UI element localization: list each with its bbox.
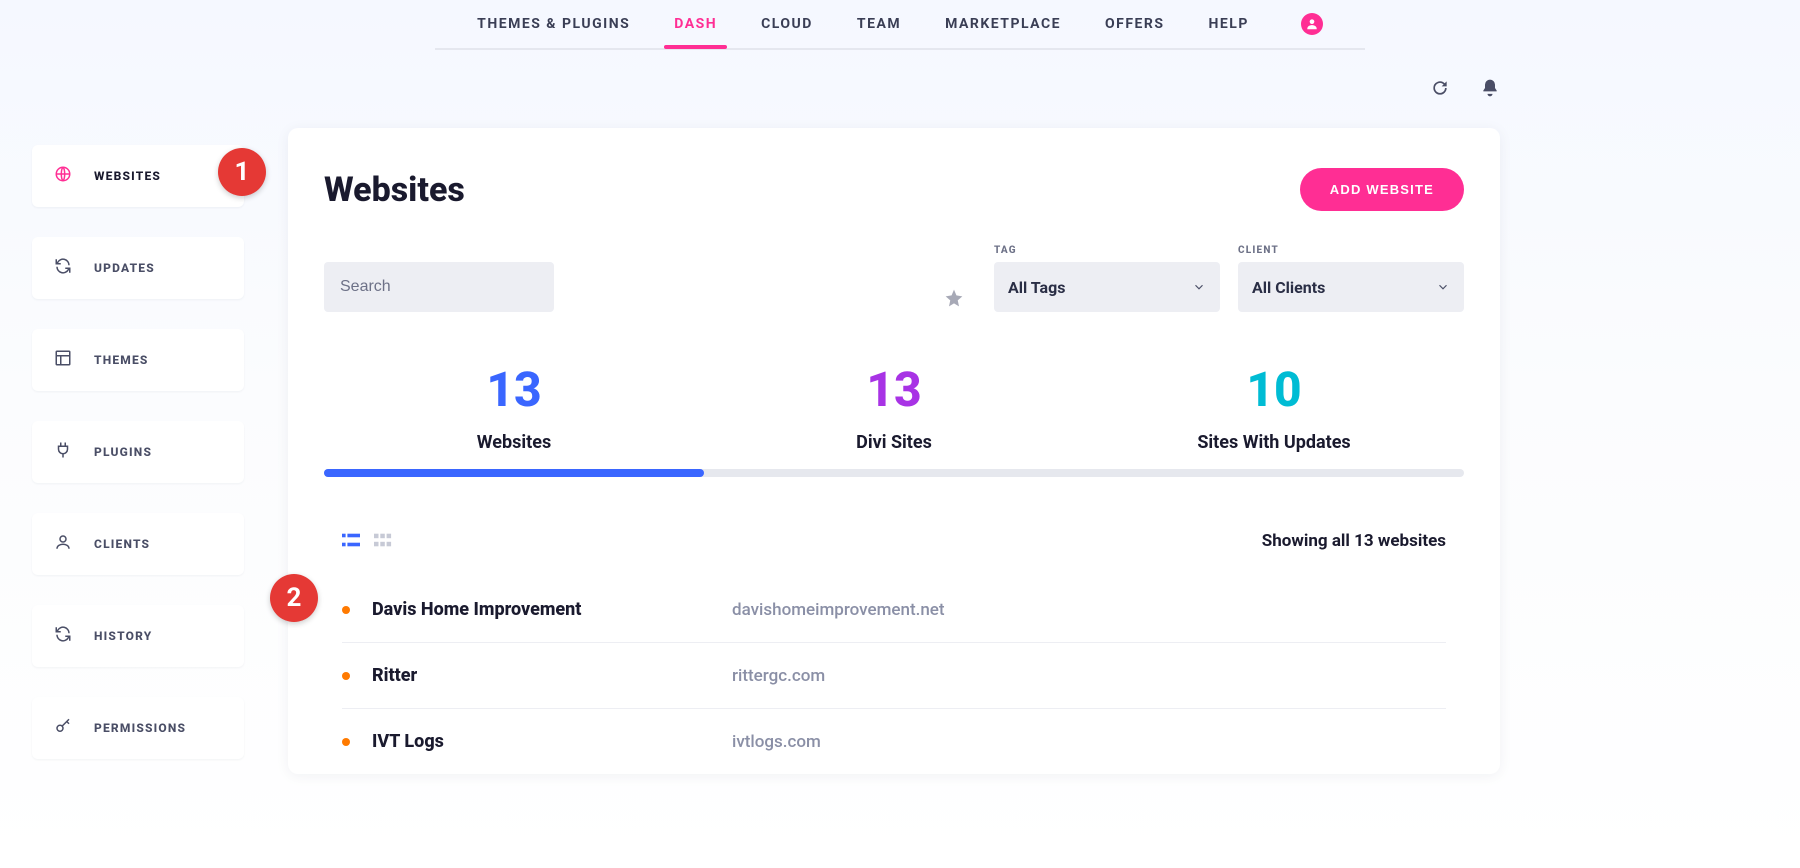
stat-divi-sites[interactable]: 13 Divi Sites bbox=[704, 366, 1084, 477]
tab-cloud[interactable]: CLOUD bbox=[761, 2, 813, 46]
global-action-icons bbox=[1430, 78, 1500, 102]
tab-team[interactable]: TEAM bbox=[857, 2, 901, 46]
sidebar-item-websites[interactable]: WEBSITES bbox=[32, 145, 244, 207]
stat-websites[interactable]: 13 Websites bbox=[324, 366, 704, 477]
chevron-down-icon bbox=[1436, 280, 1450, 294]
filter-row: TAG All Tags CLIENT All Clients bbox=[324, 245, 1464, 312]
refresh-icon[interactable] bbox=[1430, 78, 1450, 102]
table-row[interactable]: Ritter rittergc.com bbox=[342, 643, 1446, 709]
stat-websites-label: Websites bbox=[324, 432, 704, 453]
refresh-icon bbox=[54, 625, 72, 647]
stat-sites-updates-label: Sites With Updates bbox=[1084, 432, 1464, 453]
top-nav: THEMES & PLUGINS DASH CLOUD TEAM MARKETP… bbox=[435, 0, 1365, 50]
stats-row: 13 Websites 13 Divi Sites 10 Sites With … bbox=[324, 366, 1464, 477]
tab-offers[interactable]: OFFERS bbox=[1105, 2, 1164, 46]
user-icon bbox=[54, 533, 72, 555]
main-panel: Websites ADD WEBSITE TAG All Tags CLIENT… bbox=[288, 128, 1500, 774]
sidebar: WEBSITES UPDATES THEMES PLUGINS CLIENTS … bbox=[32, 145, 244, 759]
globe-icon bbox=[54, 165, 72, 187]
layout-icon bbox=[54, 349, 72, 371]
sidebar-item-label: HISTORY bbox=[94, 629, 152, 643]
page-title: Websites bbox=[324, 170, 465, 210]
search-input[interactable] bbox=[324, 262, 554, 312]
tag-filter: TAG All Tags bbox=[994, 245, 1220, 312]
site-name: Davis Home Improvement bbox=[372, 599, 732, 620]
chevron-down-icon bbox=[1192, 280, 1206, 294]
stat-sites-updates-value: 10 bbox=[1084, 366, 1464, 414]
stats-tab-underline bbox=[324, 469, 1464, 477]
view-toggles bbox=[342, 532, 392, 551]
annotation-badge-1: 1 bbox=[218, 148, 266, 196]
sidebar-item-label: THEMES bbox=[94, 353, 149, 367]
status-dot-icon bbox=[342, 738, 350, 746]
sidebar-item-history[interactable]: HISTORY bbox=[32, 605, 244, 667]
sidebar-item-label: UPDATES bbox=[94, 261, 155, 275]
status-dot-icon bbox=[342, 672, 350, 680]
sidebar-item-themes[interactable]: THEMES bbox=[32, 329, 244, 391]
stat-websites-value: 13 bbox=[324, 366, 704, 414]
sidebar-item-label: CLIENTS bbox=[94, 537, 150, 551]
showing-count: Showing all 13 websites bbox=[1262, 531, 1446, 551]
sidebar-item-label: PERMISSIONS bbox=[94, 721, 186, 735]
list-toolbar: Showing all 13 websites bbox=[324, 531, 1464, 551]
plug-icon bbox=[54, 441, 72, 463]
annotation-badge-2: 2 bbox=[270, 574, 318, 622]
site-url: davishomeimprovement.net bbox=[732, 600, 945, 620]
main-header: Websites ADD WEBSITE bbox=[324, 168, 1464, 211]
table-row[interactable]: Davis Home Improvement davishomeimprovem… bbox=[342, 577, 1446, 643]
add-website-button[interactable]: ADD WEBSITE bbox=[1300, 168, 1464, 211]
tab-marketplace[interactable]: MARKETPLACE bbox=[945, 2, 1061, 46]
status-dot-icon bbox=[342, 606, 350, 614]
key-icon bbox=[54, 717, 72, 739]
table-row[interactable]: IVT Logs ivtlogs.com bbox=[342, 709, 1446, 774]
tag-select-value: All Tags bbox=[1008, 278, 1065, 297]
top-nav-inner: THEMES & PLUGINS DASH CLOUD TEAM MARKETP… bbox=[477, 2, 1323, 46]
sidebar-item-permissions[interactable]: PERMISSIONS bbox=[32, 697, 244, 759]
tab-themes-plugins[interactable]: THEMES & PLUGINS bbox=[477, 2, 630, 46]
client-filter-label: CLIENT bbox=[1238, 245, 1464, 256]
site-name: Ritter bbox=[372, 665, 732, 686]
client-filter: CLIENT All Clients bbox=[1238, 245, 1464, 312]
tag-select[interactable]: All Tags bbox=[994, 262, 1220, 312]
star-toggle-icon[interactable] bbox=[944, 288, 964, 312]
client-select-value: All Clients bbox=[1252, 278, 1325, 297]
sidebar-item-label: WEBSITES bbox=[94, 169, 161, 183]
site-url: rittergc.com bbox=[732, 666, 825, 686]
sidebar-item-clients[interactable]: CLIENTS bbox=[32, 513, 244, 575]
grid-view-icon[interactable] bbox=[374, 532, 392, 551]
sidebar-item-plugins[interactable]: PLUGINS bbox=[32, 421, 244, 483]
user-avatar-icon[interactable] bbox=[1301, 13, 1323, 35]
tag-filter-label: TAG bbox=[994, 245, 1220, 256]
client-select[interactable]: All Clients bbox=[1238, 262, 1464, 312]
stat-divi-sites-label: Divi Sites bbox=[704, 432, 1084, 453]
site-list: Davis Home Improvement davishomeimprovem… bbox=[324, 577, 1464, 774]
sidebar-item-updates[interactable]: UPDATES bbox=[32, 237, 244, 299]
sidebar-item-label: PLUGINS bbox=[94, 445, 152, 459]
stat-sites-updates[interactable]: 10 Sites With Updates bbox=[1084, 366, 1464, 477]
site-url: ivtlogs.com bbox=[732, 732, 821, 752]
bell-icon[interactable] bbox=[1480, 78, 1500, 102]
tab-dash[interactable]: DASH bbox=[674, 2, 717, 46]
tab-help[interactable]: HELP bbox=[1208, 2, 1248, 46]
refresh-icon bbox=[54, 257, 72, 279]
site-name: IVT Logs bbox=[372, 731, 732, 752]
stat-divi-sites-value: 13 bbox=[704, 366, 1084, 414]
list-view-icon[interactable] bbox=[342, 532, 360, 551]
